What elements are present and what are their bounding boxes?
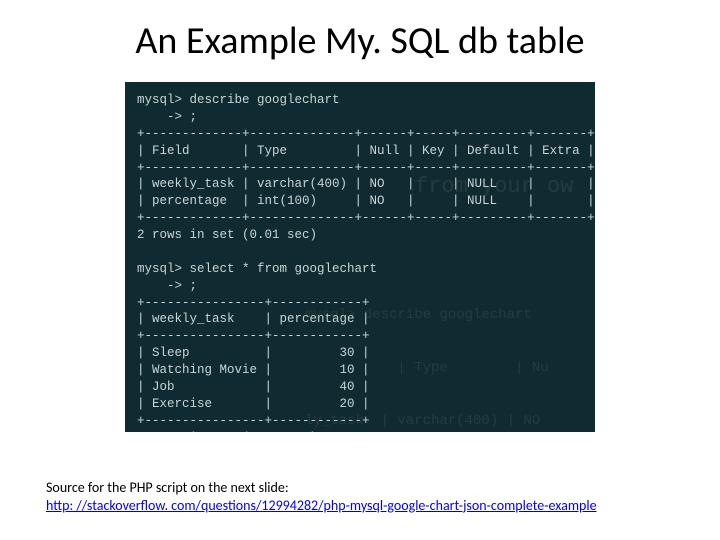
describe-row: | percentage | int(100) | NO | | NULL | … xyxy=(137,194,595,208)
source-link[interactable]: http: //stackoverflow. com/questions/129… xyxy=(46,497,597,514)
describe-result: 2 rows in set (0.01 sec) xyxy=(137,228,317,242)
footer: Source for the PHP script on the next sl… xyxy=(46,479,674,514)
border: +----------------+------------+ xyxy=(137,329,370,343)
slide: An Example My. SQL db table mysql> descr… xyxy=(0,0,720,540)
select-row: | Watching Movie | 10 | xyxy=(137,363,370,377)
select-row: | Exercise | 20 | xyxy=(137,397,370,411)
prompt-cont: -> xyxy=(137,279,182,293)
cmd-select: select * from googlechart xyxy=(190,262,378,276)
border: +----------------+------------+ xyxy=(137,296,370,310)
border: +-------------+--------------+------+---… xyxy=(137,161,595,175)
describe-header: | Field | Type | Null | Key | Default | … xyxy=(137,144,595,158)
select-row: | Job | 40 | xyxy=(137,380,370,394)
slide-title: An Example My. SQL db table xyxy=(50,18,670,64)
prompt: mysql> xyxy=(137,93,182,107)
describe-row: | weekly_task | varchar(400) | NO | | NU… xyxy=(137,177,595,191)
border: +----------------+------------+ xyxy=(137,414,370,428)
semicolon: ; xyxy=(190,279,198,293)
terminal-screenshot: mysql> describe googlechart -> ; +------… xyxy=(125,82,595,432)
border: +-------------+--------------+------+---… xyxy=(137,211,595,225)
select-result: 4 rows in set (0.00 sec) xyxy=(137,431,317,433)
semicolon: ; xyxy=(190,110,198,124)
prompt-cont: -> xyxy=(137,110,182,124)
prompt: mysql> xyxy=(137,262,182,276)
select-header: | weekly_task | percentage | xyxy=(137,312,370,326)
border: +-------------+--------------+------+---… xyxy=(137,127,595,141)
select-row: | Sleep | 30 | xyxy=(137,346,370,360)
footer-lead: Source for the PHP script on the next sl… xyxy=(46,479,289,496)
cmd-describe: describe googlechart xyxy=(190,93,340,107)
